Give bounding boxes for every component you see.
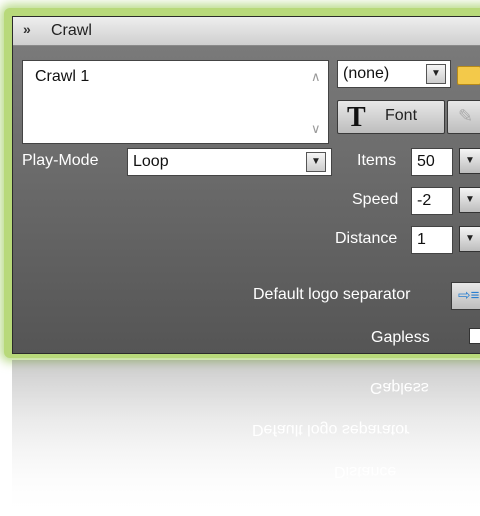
speed-label: Speed (352, 191, 399, 208)
collapse-chevron-icon[interactable]: » (23, 21, 31, 37)
scroll-up-icon[interactable]: ∧ (311, 69, 321, 85)
items-label: Items (357, 152, 397, 169)
font-button[interactable]: T Font (337, 100, 445, 134)
items-input[interactable]: 50 (411, 148, 453, 176)
edit-icon: ✎ (458, 106, 474, 126)
speed-value: -2 (417, 192, 432, 209)
speed-dropdown-icon[interactable]: ▼ (459, 187, 480, 213)
items-dropdown-icon[interactable]: ▼ (459, 148, 480, 174)
crawl-list[interactable]: Crawl 1 ∧ ∨ (22, 60, 329, 144)
distance-value: 1 (417, 231, 426, 248)
font-icon: T (347, 102, 366, 133)
panel-title: Crawl (51, 22, 92, 39)
reflection-fade (0, 360, 480, 516)
dropdown-arrow-icon[interactable]: ▼ (306, 152, 326, 172)
crawl-list-scrollbar[interactable]: ∧ ∨ (308, 61, 328, 143)
logo-separator-button[interactable]: ⇨≡ (451, 282, 480, 310)
items-value: 50 (417, 153, 435, 170)
logo-select[interactable]: (none) ▼ (337, 60, 451, 88)
gapless-label: Gapless (371, 329, 430, 346)
edit-button[interactable]: ✎ (447, 100, 480, 134)
speed-input[interactable]: -2 (411, 187, 453, 215)
default-logo-separator-label: Default logo separator (253, 286, 411, 303)
distance-dropdown-icon[interactable]: ▼ (459, 226, 480, 252)
distance-label: Distance (335, 230, 398, 247)
panel-header[interactable]: » Crawl (13, 17, 480, 46)
logo-select-value: (none) (343, 65, 390, 82)
distance-input[interactable]: 1 (411, 226, 453, 254)
scroll-down-icon[interactable]: ∨ (311, 121, 321, 137)
play-mode-value: Loop (133, 153, 169, 170)
font-button-label: Font (385, 107, 418, 124)
dropdown-arrow-icon[interactable]: ▼ (426, 64, 446, 84)
logo-separator-icon: ⇨≡ (458, 287, 480, 304)
panel-body: Crawl 1 ∧ ∨ (none) ▼ T Font ✎ Play-Mode … (13, 46, 480, 353)
crawl-list-item[interactable]: Crawl 1 (35, 68, 89, 86)
play-mode-label: Play-Mode (22, 152, 99, 169)
play-mode-select[interactable]: Loop ▼ (127, 148, 332, 176)
folder-icon[interactable] (457, 66, 480, 85)
crawl-panel: » Crawl Crawl 1 ∧ ∨ (none) ▼ T Font ✎ Pl… (12, 16, 480, 354)
gapless-checkbox[interactable] (469, 328, 480, 344)
